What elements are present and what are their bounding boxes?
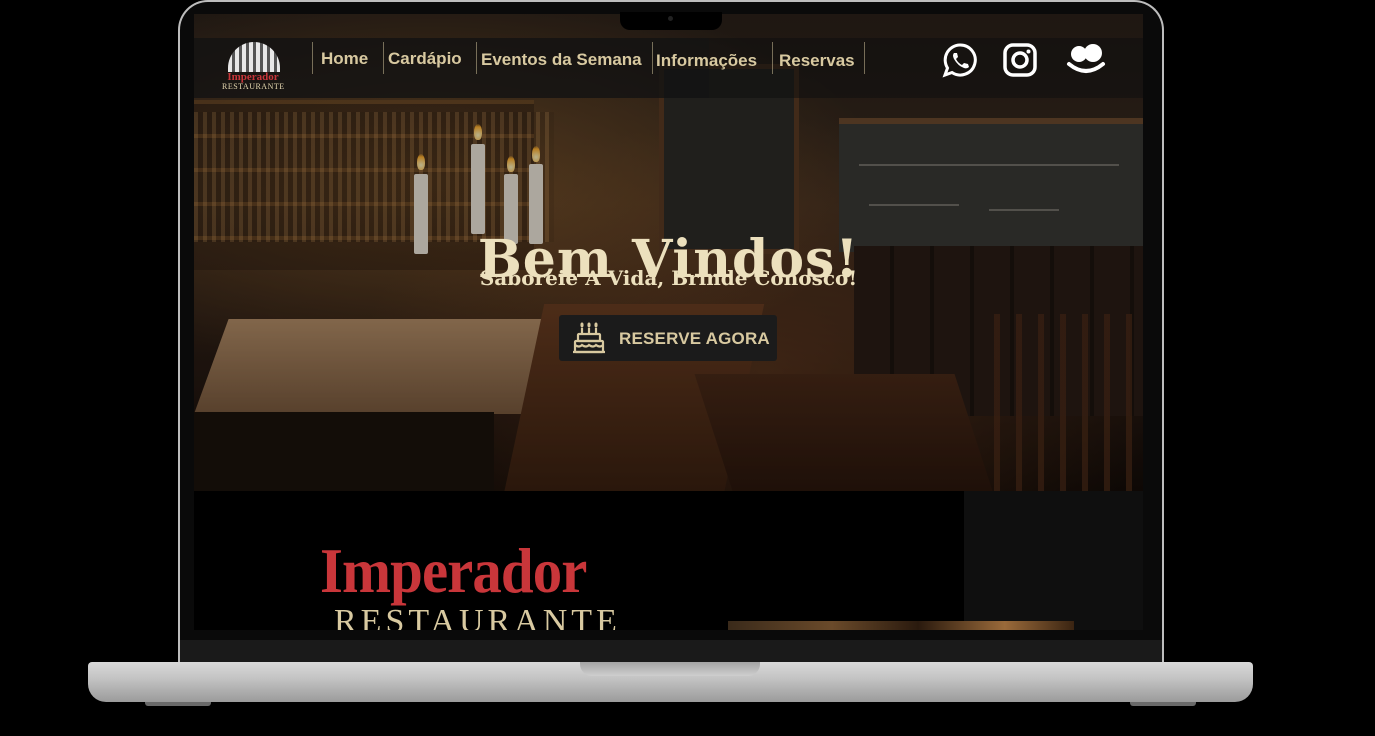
- nav-item-reservas[interactable]: Reservas: [779, 44, 855, 76]
- reserve-now-label: RESERVE AGORA: [619, 329, 770, 348]
- nav-item-cardapio[interactable]: Cardápio: [388, 42, 462, 74]
- foursquare-icon[interactable]: [1066, 42, 1106, 78]
- nav-separator: [312, 42, 313, 74]
- side-panel: [964, 491, 1143, 630]
- laptop-bezel: [180, 640, 1162, 664]
- food-photo: [728, 621, 1074, 630]
- nav-separator: [383, 42, 384, 74]
- nav-separator: [772, 42, 773, 74]
- reserve-now-button[interactable]: RESERVE AGORA: [559, 315, 777, 361]
- cake-icon: [573, 322, 605, 354]
- whatsapp-icon[interactable]: [942, 42, 978, 78]
- nav-item-eventos[interactable]: Eventos da Semana: [481, 43, 642, 75]
- nav-item-home[interactable]: Home: [321, 42, 368, 74]
- laptop-base-notch: [580, 662, 760, 676]
- brand-wordmark: Imperador: [320, 535, 587, 606]
- instagram-icon[interactable]: [1002, 42, 1038, 78]
- about-section: Imperador RESTAURANTE: [194, 491, 1143, 630]
- brand-wordmark-sub: RESTAURANTE: [334, 603, 621, 631]
- nav-separator: [652, 42, 653, 74]
- laptop-foot: [145, 702, 211, 706]
- laptop-foot: [1130, 702, 1196, 706]
- logo-sub: RESTAURANTE: [222, 82, 285, 91]
- brand-logo[interactable]: Imperador RESTAURANTE: [222, 42, 284, 92]
- browser-viewport: Bem Vindos! Saboreie A Vida, Brinde Cono…: [194, 14, 1143, 630]
- colosseum-icon: [228, 42, 280, 72]
- nav-separator: [864, 42, 865, 74]
- camera-notch: [620, 12, 722, 30]
- hero-subtitle: Saboreie A Vida, Brinde Conosco!: [479, 266, 858, 290]
- nav-item-informacoes[interactable]: Informações: [656, 44, 757, 76]
- nav-separator: [476, 42, 477, 74]
